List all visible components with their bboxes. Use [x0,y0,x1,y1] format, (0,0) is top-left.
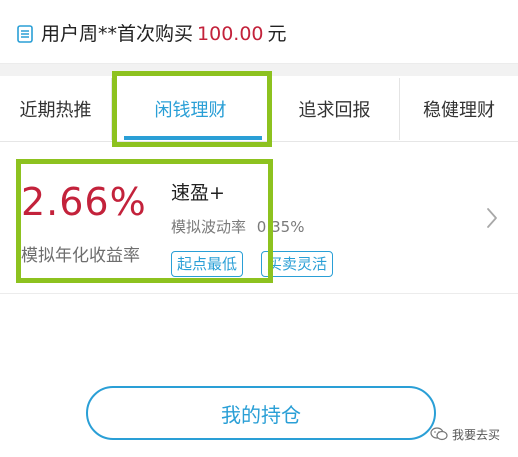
watermark-text: 我要去买 [452,427,501,442]
volatility: 模拟波动率 0.35% [171,216,304,237]
my-holdings-button[interactable]: 我的持仓 [86,386,436,440]
notice-text: 用户周**首次购买 100.00 元 [41,22,287,46]
product-name[interactable]: 速盈+ [171,178,225,205]
tab-recent-hot[interactable]: 近期热推 [0,76,111,142]
tag-lowest-threshold: 起点最低 [171,251,244,277]
annual-rate-label: 模拟年化收益率 [21,246,140,266]
annual-rate: 2.66% [21,180,147,224]
tab-steady-finance[interactable]: 稳健理财 [400,76,518,142]
watermark: 我要去买 [430,425,500,443]
notice-suffix: 元 [267,23,287,45]
notice-prefix: 用户周**首次购买 [41,23,194,45]
notice-amount: 100.00 [197,23,264,45]
section-divider [0,64,518,76]
chevron-right-icon[interactable] [485,207,499,229]
active-tab-indicator [124,136,262,140]
tab-idle-money[interactable]: 闲钱理财 [112,76,269,142]
purchase-notice-bar: 用户周**首次购买 100.00 元 [0,0,518,64]
volatility-value: 0.35% [256,218,305,236]
tag-flexible-trading: 买卖灵活 [261,251,334,277]
list-icon [17,25,33,43]
volatility-label: 模拟波动率 [171,218,247,236]
tab-seek-returns[interactable]: 追求回报 [270,76,399,142]
category-tabs: 近期热推 闲钱理财 追求回报 稳健理财 [0,76,518,142]
wechat-icon [430,427,448,441]
